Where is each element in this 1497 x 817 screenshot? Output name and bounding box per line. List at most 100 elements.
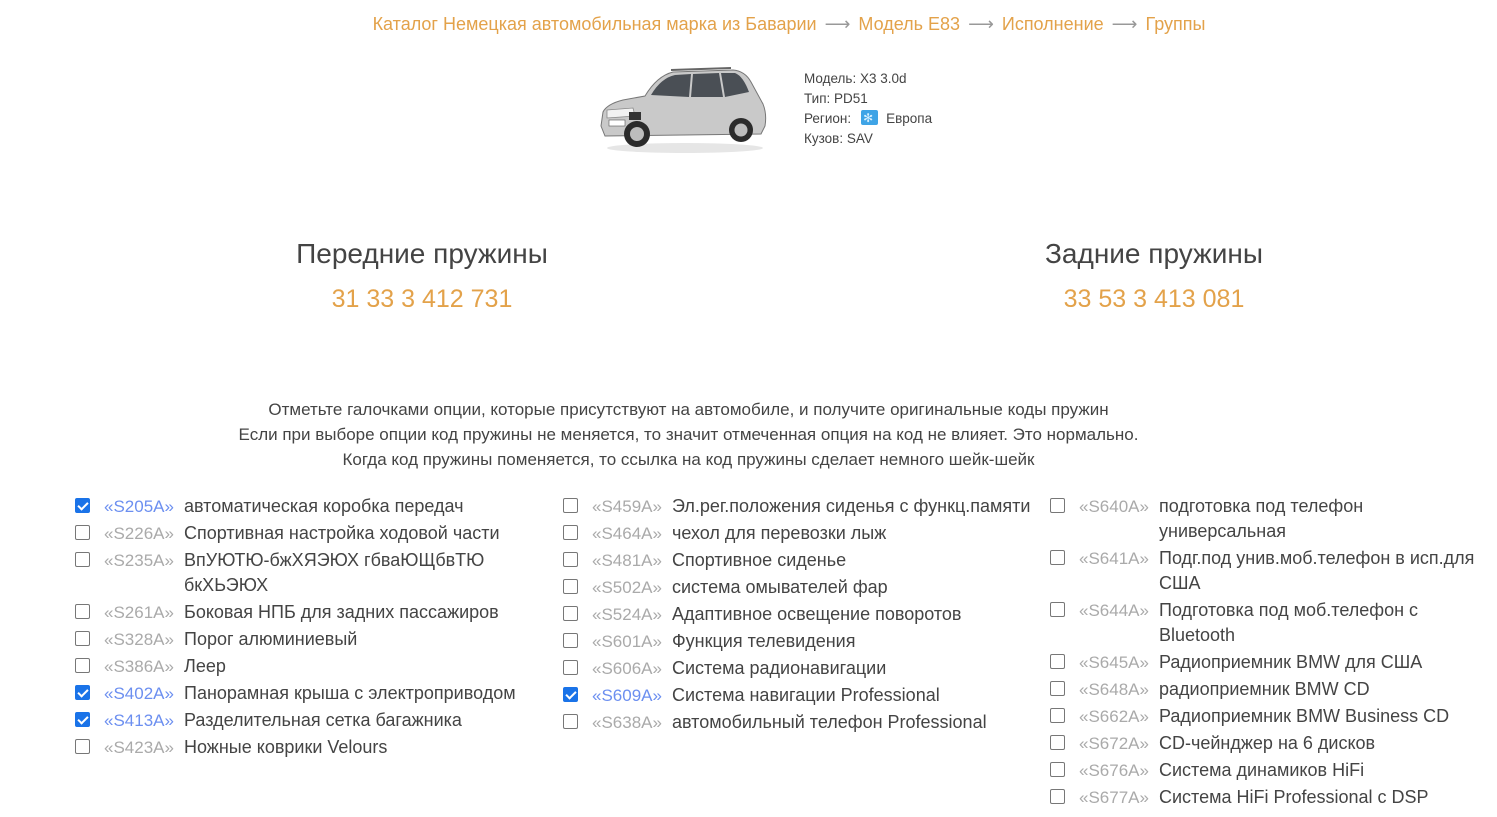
option-checkbox[interactable] — [1050, 550, 1065, 565]
option-checkbox[interactable] — [75, 658, 90, 673]
option-checkbox[interactable] — [1050, 602, 1065, 617]
breadcrumb-catalog[interactable]: Каталог Немецкая автомобильная марка из … — [373, 14, 817, 34]
option-code: «S645A» — [1079, 653, 1149, 672]
option-label: чехол для перевозки лыж — [672, 523, 887, 543]
option-code: «S677A» — [1079, 788, 1149, 807]
car-image — [600, 67, 767, 153]
option-label: Радиоприемник BMW для США — [1159, 652, 1423, 672]
option-row[interactable]: «S672A» CD-чейнджер на 6 дисков — [1050, 731, 1490, 756]
option-label: Спортивная настройка ходовой части — [184, 523, 500, 543]
option-label: Функция телевидения — [672, 631, 856, 651]
option-row[interactable]: «S609A» Система навигации Professional — [563, 683, 1033, 708]
option-label: Система динамиков HiFi — [1159, 760, 1365, 780]
option-row[interactable]: «S640A» подготовка под телефон универсаль… — [1050, 494, 1490, 544]
option-code: «S464A» — [592, 524, 662, 543]
options-column-2: «S459A» Эл.рег.положения сиденья с функц.… — [563, 494, 1033, 737]
option-code: «S672A» — [1079, 734, 1149, 753]
breadcrumb-variant[interactable]: Исполнение — [1002, 14, 1104, 34]
option-code: «S676A» — [1079, 761, 1149, 780]
option-label: Спортивное сиденье — [672, 550, 847, 570]
instructions: Отметьте галочками опции, которые присут… — [238, 400, 1139, 469]
option-checkbox[interactable] — [563, 633, 578, 648]
option-checkbox[interactable] — [75, 604, 90, 619]
option-label: Леер — [184, 656, 226, 676]
option-checkbox[interactable] — [563, 498, 578, 513]
option-row[interactable]: «S606A» Система радионавигации — [563, 656, 1033, 681]
option-row[interactable]: «S423A» Ножные коврики Velours — [75, 735, 555, 760]
rear-springs: Задние пружины 33 53 3 413 081 — [944, 238, 1364, 314]
option-label: CD-чейнджер на 6 дисков — [1159, 733, 1376, 753]
option-row[interactable]: «S641A» Подг.под унив.моб.телефон в исп.д… — [1050, 546, 1490, 596]
option-row[interactable]: «S677A» Система HiFi Professional с DSP — [1050, 785, 1490, 810]
option-checkbox[interactable] — [75, 685, 90, 700]
car-info: Модель: X3 3.0d Тип: PD51 Регион:Европа … — [804, 69, 932, 149]
option-checkbox[interactable] — [75, 498, 90, 513]
option-checkbox[interactable] — [75, 712, 90, 727]
option-code: «S402A» — [104, 684, 174, 703]
option-row[interactable]: «S644A» Подготовка под моб.телефон с Blue… — [1050, 598, 1490, 648]
option-label: Система навигации Professional — [672, 685, 940, 705]
option-label: радиоприемник BMW CD — [1159, 679, 1370, 699]
option-checkbox[interactable] — [75, 631, 90, 646]
option-checkbox[interactable] — [1050, 681, 1065, 696]
option-code: «S662A» — [1079, 707, 1149, 726]
option-checkbox[interactable] — [563, 606, 578, 621]
option-checkbox[interactable] — [1050, 708, 1065, 723]
breadcrumb-arrow-icon: ⟶ — [968, 14, 994, 34]
option-code: «S606A» — [592, 659, 662, 678]
option-row[interactable]: «S524A» Адаптивное освещение поворотов — [563, 602, 1033, 627]
rear-spring-code-link[interactable]: 33 53 3 413 081 — [944, 285, 1364, 314]
option-row[interactable]: «S413A» Разделительная сетка багажника — [75, 708, 555, 733]
option-code: «S459A» — [592, 497, 662, 516]
option-label: Система радионавигации — [672, 658, 887, 678]
front-spring-code-link[interactable]: 31 33 3 412 731 — [212, 285, 632, 314]
option-row[interactable]: «S459A» Эл.рег.положения сиденья с функц.… — [563, 494, 1033, 519]
option-checkbox[interactable] — [1050, 498, 1065, 513]
option-row[interactable]: «S235A» ВпУЮТЮ-бжХЯЭЮХ гбваЮЩбвТЮ бкХЬЭЮХ — [75, 548, 555, 598]
option-row[interactable]: «S205A» автоматическая коробка передач — [75, 494, 555, 519]
option-checkbox[interactable] — [1050, 762, 1065, 777]
option-row[interactable]: «S386A» Леер — [75, 654, 555, 679]
option-checkbox[interactable] — [1050, 654, 1065, 669]
car-model-row: Модель: X3 3.0d — [804, 71, 907, 86]
option-label: автоматическая коробка передач — [184, 496, 464, 516]
option-row[interactable]: «S481A» Спортивное сиденье — [563, 548, 1033, 573]
option-label: Разделительная сетка багажника — [184, 710, 462, 730]
car-region-row: Регион:Европа — [804, 108, 933, 129]
option-row[interactable]: «S645A» Радиоприемник BMW для США — [1050, 650, 1490, 675]
option-row[interactable]: «S648A» радиоприемник BMW CD — [1050, 677, 1490, 702]
options-column-3: «S640A» подготовка под телефон универсаль… — [1050, 494, 1490, 812]
option-checkbox[interactable] — [563, 525, 578, 540]
option-code: «S235A» — [104, 551, 174, 570]
option-row[interactable]: «S676A» Система динамиков HiFi — [1050, 758, 1490, 783]
front-springs: Передние пружины 31 33 3 412 731 — [212, 238, 632, 314]
option-checkbox[interactable] — [563, 714, 578, 729]
car-body-row: Кузов: SAV — [804, 131, 873, 146]
option-row[interactable]: «S638A» автомобильный телефон Professiona… — [563, 710, 1033, 735]
option-checkbox[interactable] — [1050, 735, 1065, 750]
option-row[interactable]: «S328A» Порог алюминиевый — [75, 627, 555, 652]
breadcrumb-groups[interactable]: Группы — [1145, 14, 1205, 34]
car-region-value: Европа — [886, 111, 933, 126]
option-code: «S648A» — [1079, 680, 1149, 699]
option-row[interactable]: «S464A» чехол для перевозки лыж — [563, 521, 1033, 546]
option-checkbox[interactable] — [563, 579, 578, 594]
option-checkbox[interactable] — [563, 552, 578, 567]
breadcrumb-model[interactable]: Модель E83 — [858, 14, 960, 34]
option-code: «S641A» — [1079, 549, 1149, 568]
option-checkbox[interactable] — [75, 525, 90, 540]
option-checkbox[interactable] — [563, 687, 578, 702]
option-row[interactable]: «S226A» Спортивная настройка ходовой част… — [75, 521, 555, 546]
option-row[interactable]: «S502A» система омывателей фар — [563, 575, 1033, 600]
option-checkbox[interactable] — [563, 660, 578, 675]
option-label: Ножные коврики Velours — [184, 737, 388, 757]
option-checkbox[interactable] — [75, 552, 90, 567]
option-row[interactable]: «S261A» Боковая НПБ для задних пассажиров — [75, 600, 555, 625]
option-label: подготовка под телефон универсальная — [1159, 496, 1364, 541]
option-row[interactable]: «S662A» Радиоприемник BMW Business CD — [1050, 704, 1490, 729]
option-checkbox[interactable] — [1050, 789, 1065, 804]
option-row[interactable]: «S402A» Панорамная крыша с электроприводо… — [75, 681, 555, 706]
option-code: «S609A» — [592, 686, 662, 705]
option-row[interactable]: «S601A» Функция телевидения — [563, 629, 1033, 654]
option-checkbox[interactable] — [75, 739, 90, 754]
